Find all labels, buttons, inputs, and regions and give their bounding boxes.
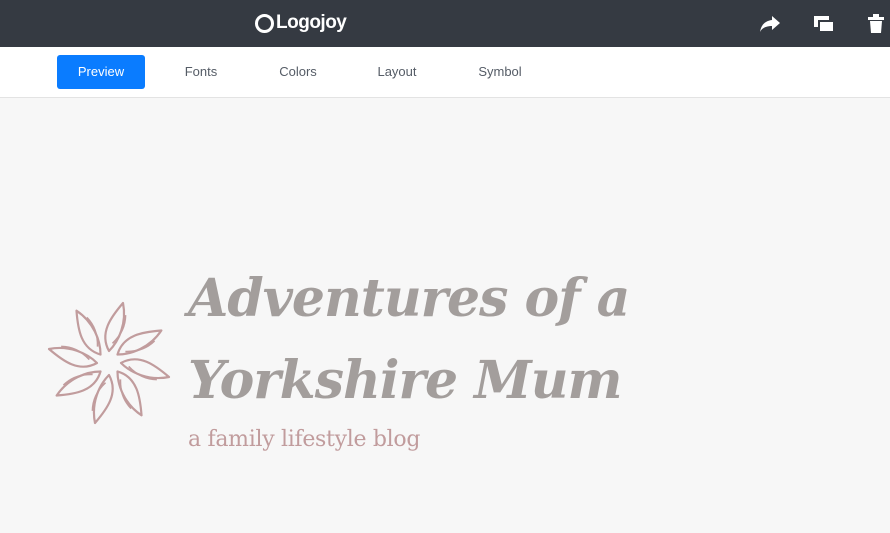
tab-symbol[interactable]: Symbol (466, 55, 534, 89)
share-icon[interactable] (758, 12, 782, 36)
flower-petal (47, 346, 99, 368)
top-bar: Logojoy (0, 0, 890, 47)
brand-logo[interactable]: Logojoy (255, 10, 347, 36)
tab-layout[interactable]: Layout (365, 55, 429, 89)
editor-tabs: Preview Fonts Colors Layout Symbol (0, 47, 890, 98)
flower-petal (92, 373, 114, 425)
brand-name: Logojoy (276, 12, 347, 33)
trash-icon[interactable] (864, 12, 888, 36)
flower-petal (104, 301, 126, 353)
logo-title-line1: Adventures of a (188, 268, 630, 329)
tab-colors[interactable]: Colors (266, 55, 330, 89)
tab-fonts[interactable]: Fonts (171, 55, 231, 89)
logo-tagline: a family lifestyle blog (188, 427, 421, 452)
flower-petal (119, 358, 171, 380)
star-flower-icon (46, 300, 172, 426)
logo-title-line2: Yorkshire Mum (188, 350, 623, 411)
tab-preview[interactable]: Preview (57, 55, 145, 89)
duplicate-icon[interactable] (812, 12, 836, 36)
logojoy-ring-icon (255, 13, 274, 33)
